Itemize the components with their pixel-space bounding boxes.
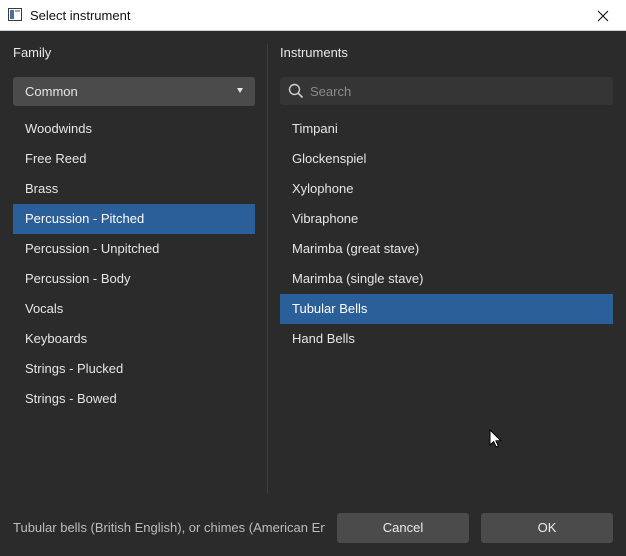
mouse-pointer-icon	[489, 429, 502, 448]
close-button[interactable]	[580, 0, 626, 31]
family-item-strings-bowed[interactable]: Strings - Bowed	[13, 384, 255, 414]
dropdown-arrow-icon	[237, 88, 243, 93]
family-item-vocals[interactable]: Vocals	[13, 294, 255, 324]
family-item-strings-plucked[interactable]: Strings - Plucked	[13, 354, 255, 384]
close-icon	[597, 10, 609, 21]
panel-divider	[267, 44, 268, 493]
search-input[interactable]	[310, 77, 605, 105]
family-item-keyboards[interactable]: Keyboards	[13, 324, 255, 354]
window-title: Select instrument	[30, 8, 131, 23]
instrument-item-marimba-great-stave[interactable]: Marimba (great stave)	[280, 234, 613, 264]
app-window-icon	[8, 8, 22, 21]
family-item-percussion-unpitched[interactable]: Percussion - Unpitched	[13, 234, 255, 264]
instrument-item-timpani[interactable]: Timpani	[280, 114, 613, 144]
instruments-heading: Instruments	[280, 45, 348, 60]
family-item-percussion-pitched[interactable]: Percussion - Pitched	[13, 204, 255, 234]
title-bar: Select instrument	[0, 0, 626, 31]
instrument-item-vibraphone[interactable]: Vibraphone	[280, 204, 613, 234]
instrument-description: Tubular bells (British English), or chim…	[13, 520, 325, 535]
instrument-search[interactable]	[280, 77, 613, 105]
family-item-woodwinds[interactable]: Woodwinds	[13, 114, 255, 144]
search-icon	[288, 83, 304, 99]
family-dropdown[interactable]: Common	[13, 77, 255, 106]
family-item-percussion-body[interactable]: Percussion - Body	[13, 264, 255, 294]
instrument-item-glockenspiel[interactable]: Glockenspiel	[280, 144, 613, 174]
instrument-item-xylophone[interactable]: Xylophone	[280, 174, 613, 204]
cancel-button[interactable]: Cancel	[337, 513, 469, 543]
instrument-item-tubular-bells[interactable]: Tubular Bells	[280, 294, 613, 324]
family-item-brass[interactable]: Brass	[13, 174, 255, 204]
family-item-free-reed[interactable]: Free Reed	[13, 144, 255, 174]
instrument-list: Timpani Glockenspiel Xylophone Vibraphon…	[280, 114, 613, 354]
family-list: Woodwinds Free Reed Brass Percussion - P…	[13, 114, 255, 414]
family-heading: Family	[13, 45, 52, 60]
ok-button[interactable]: OK	[481, 513, 613, 543]
instrument-item-marimba-single-stave[interactable]: Marimba (single stave)	[280, 264, 613, 294]
instrument-item-hand-bells[interactable]: Hand Bells	[280, 324, 613, 354]
family-dropdown-value: Common	[25, 84, 78, 99]
